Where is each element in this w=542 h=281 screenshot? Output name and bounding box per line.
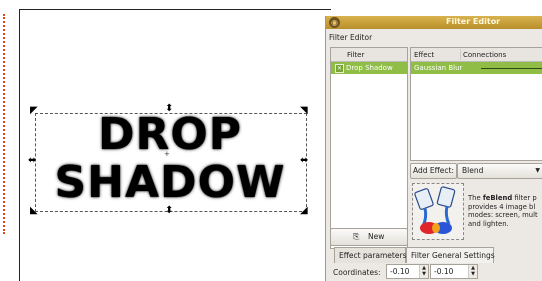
effect-list: Effect Connections Gaussian Blur bbox=[410, 47, 542, 161]
add-effect-button[interactable]: Add Effect: bbox=[410, 163, 457, 179]
spin-arrows-icon[interactable]: ▲ ▼ bbox=[468, 265, 477, 278]
drop-shadow-text-line2[interactable]: SHADOW bbox=[34, 158, 306, 208]
effect-row[interactable]: Gaussian Blur bbox=[411, 62, 542, 74]
coordinate-x-spinbox[interactable]: -0.10 ▲ ▼ bbox=[386, 264, 429, 279]
connection-line[interactable] bbox=[481, 68, 542, 69]
filter-row-label: Drop Shadow bbox=[346, 64, 393, 72]
effect-column-header[interactable]: Effect bbox=[414, 51, 434, 59]
new-filter-button[interactable]: ⎘ New bbox=[330, 228, 408, 246]
drop-shadow-text-line1[interactable]: DROP bbox=[34, 110, 306, 160]
filter-enabled-checkbox[interactable]: ✕ bbox=[335, 64, 344, 73]
page-border-left bbox=[19, 9, 20, 281]
add-effect-label: Add Effect: bbox=[413, 166, 455, 175]
blend-effect-illustration bbox=[412, 183, 464, 240]
effect-type-value: Blend bbox=[462, 166, 484, 175]
coordinate-y-value: -0.10 bbox=[434, 267, 454, 276]
description-line2: provides 4 image bl bbox=[468, 202, 536, 211]
description-bold: feBlend bbox=[482, 194, 513, 202]
dialog-heading: Filter Editor bbox=[329, 33, 373, 42]
canvas-guide bbox=[3, 14, 5, 234]
description-line1: filter p bbox=[512, 194, 537, 202]
chevron-down-icon: ▼ bbox=[535, 167, 540, 174]
dialog-titlebar[interactable]: ◉ Filter Editor bbox=[326, 16, 542, 29]
dialog-title: Filter Editor bbox=[446, 17, 501, 26]
tab-effect-parameters-label: Effect parameters bbox=[339, 251, 407, 260]
column-separator bbox=[460, 49, 461, 60]
filter-column-header: Filter bbox=[347, 51, 365, 59]
filter-list-header[interactable]: Filter bbox=[331, 48, 407, 62]
filter-row[interactable]: ✕ Drop Shadow bbox=[331, 62, 407, 74]
blend-paint-icon bbox=[414, 186, 456, 234]
description-prefix: The bbox=[468, 194, 483, 202]
effect-row-label: Gaussian Blur bbox=[414, 64, 463, 72]
tab-effect-parameters[interactable]: Effect parameters bbox=[334, 247, 406, 263]
tab-filter-general-settings[interactable]: Filter General Settings bbox=[406, 247, 495, 263]
app-menu-icon[interactable]: ◉ bbox=[329, 17, 340, 28]
coordinate-y-spinbox[interactable]: -0.10 ▲ ▼ bbox=[430, 264, 478, 279]
coordinate-x-value: -0.10 bbox=[390, 267, 410, 276]
page-border-top bbox=[19, 9, 331, 10]
effect-type-select[interactable]: Blend ▼ bbox=[457, 163, 542, 179]
tab-filter-general-settings-label: Filter General Settings bbox=[411, 251, 495, 260]
description-line3: modes: screen, mult bbox=[468, 211, 538, 219]
effect-list-header: Effect Connections bbox=[411, 48, 542, 62]
filter-editor-dialog: ◉ Filter Editor Filter Editor Filter ✕ D… bbox=[325, 16, 542, 281]
new-document-icon: ⎘ bbox=[353, 232, 360, 241]
coordinates-label: Coordinates: bbox=[333, 268, 381, 277]
tab-bar: Effect parameters Filter General Setting… bbox=[330, 247, 542, 263]
spin-arrows-icon[interactable]: ▲ ▼ bbox=[419, 265, 428, 278]
description-line4: and lighten. bbox=[468, 219, 509, 228]
effect-description: The feBlend filter p provides 4 image bl… bbox=[468, 194, 542, 228]
new-filter-label: New bbox=[368, 232, 385, 241]
rotation-center-icon[interactable]: + bbox=[164, 150, 170, 158]
connections-column-header[interactable]: Connections bbox=[463, 51, 506, 59]
filter-list: Filter ✕ Drop Shadow bbox=[330, 47, 408, 249]
